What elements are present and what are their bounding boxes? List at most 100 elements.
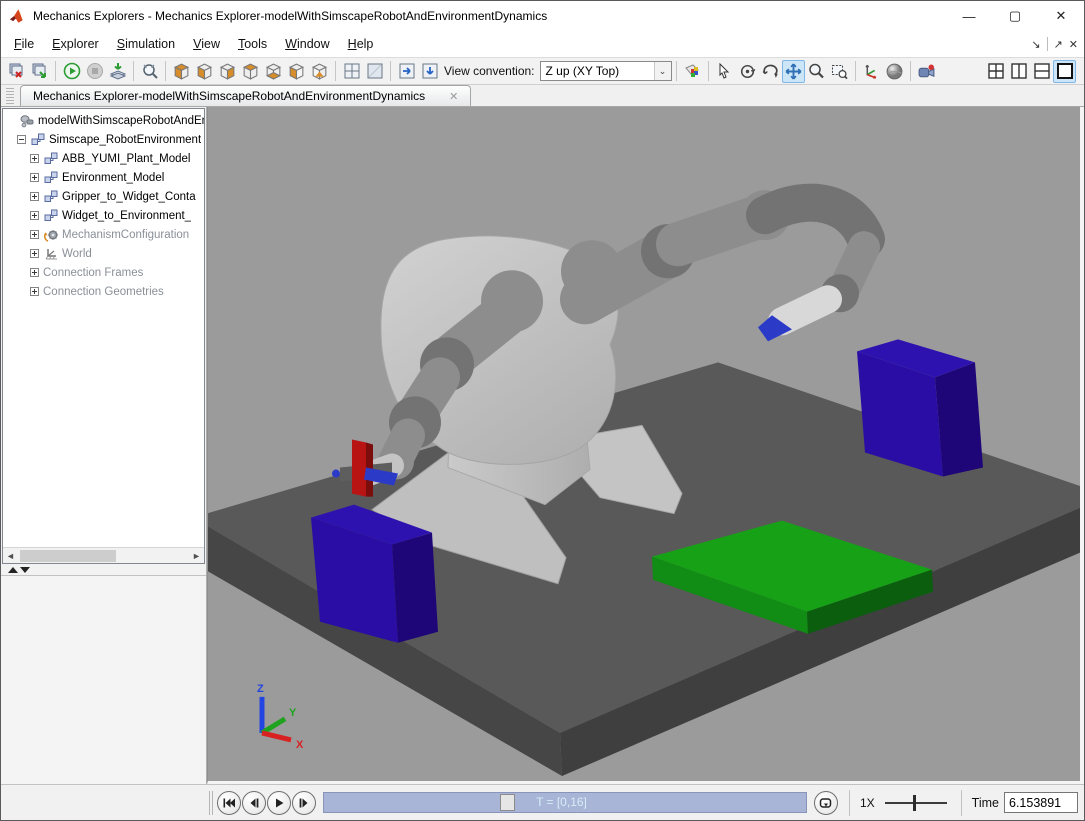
close-button[interactable]: ✕ [1038, 1, 1084, 31]
panel-splitter[interactable] [1, 565, 206, 576]
robot-right-gripper[interactable] [782, 299, 828, 321]
expand-icon[interactable] [30, 268, 39, 277]
loop-button[interactable] [814, 791, 838, 815]
expand-icon[interactable] [30, 173, 39, 182]
tree-item-environment-model[interactable]: Environment_Model [3, 168, 204, 187]
separator [335, 61, 336, 81]
view-cube-left-icon[interactable] [285, 60, 308, 83]
tab-mechanics-explorer[interactable]: Mechanics Explorer-modelWithSimscapeRobo… [20, 85, 471, 106]
splitter-down-icon[interactable] [20, 567, 30, 573]
capture-icon[interactable] [106, 60, 129, 83]
view-cube-top-icon[interactable] [239, 60, 262, 83]
menu-help[interactable]: Help [339, 33, 383, 55]
time-slider-thumb[interactable] [500, 794, 515, 811]
expand-icon[interactable] [30, 230, 39, 239]
zoom-icon[interactable] [805, 60, 828, 83]
select-cursor-icon[interactable] [713, 60, 736, 83]
scene-canvas[interactable]: Z Y X [208, 107, 1080, 781]
mechanics-explorer-window: Mechanics Explorers - Mechanics Explorer… [0, 0, 1085, 821]
save-config-icon[interactable] [5, 60, 28, 83]
collapse-icon[interactable] [17, 135, 26, 144]
view-convention-select[interactable]: Z up (XY Top) ⌄ [540, 61, 672, 81]
view-cube-isometric-icon[interactable] [170, 60, 193, 83]
time-input[interactable] [1004, 792, 1078, 813]
tree-item-gripper-to-widget[interactable]: Gripper_to_Widget_Conta [3, 187, 204, 206]
dock-icon[interactable]: ↘ [1031, 38, 1040, 51]
step-forward-button[interactable] [292, 791, 316, 815]
subsystem-icon [43, 190, 59, 204]
quad-view-icon[interactable] [340, 60, 363, 83]
orbit-icon[interactable] [736, 60, 759, 83]
play-button[interactable] [267, 791, 291, 815]
com-sphere-icon[interactable] [883, 60, 906, 83]
next-view-icon[interactable] [395, 60, 418, 83]
down-view-icon[interactable] [418, 60, 441, 83]
tree-item-simscape-robotenvironment[interactable]: Simscape_RobotEnvironment [3, 130, 204, 149]
video-icon[interactable] [915, 60, 938, 83]
time-slider[interactable]: T = [0,16] [323, 792, 807, 813]
menu-window[interactable]: Window [276, 33, 338, 55]
scrollbar-thumb[interactable] [20, 550, 116, 562]
tree-item-model[interactable]: modelWithSimscapeRobotAndEnvironmentDyna… [3, 111, 204, 130]
tree-item-label: Connection Geometries [43, 286, 164, 298]
separator [855, 61, 856, 81]
frame-axes-icon[interactable] [860, 60, 883, 83]
speed-slider-thumb[interactable] [913, 795, 916, 811]
palette-icon[interactable] [681, 60, 704, 83]
stop-icon[interactable] [83, 60, 106, 83]
expand-icon[interactable] [30, 211, 39, 220]
tree-item-connection-geometries[interactable]: Connection Geometries [3, 282, 204, 301]
splitter-up-icon[interactable] [8, 567, 18, 573]
maximize-button[interactable]: ▢ [992, 1, 1038, 31]
rewind-button[interactable] [217, 791, 241, 815]
tree-item-label: Connection Frames [43, 267, 143, 279]
tree-horizontal-scrollbar[interactable]: ◄ ► [3, 547, 204, 563]
separator [55, 61, 56, 81]
speed-slider[interactable] [885, 794, 947, 812]
layout-vsplit-icon[interactable] [1007, 60, 1030, 83]
tree-item-connection-frames[interactable]: Connection Frames [3, 263, 204, 282]
subsystem-icon [43, 209, 59, 223]
tab-grip[interactable] [6, 88, 14, 104]
play-icon[interactable] [60, 60, 83, 83]
menu-tools[interactable]: Tools [229, 33, 276, 55]
tree-item-widget-to-environment[interactable]: Widget_to_Environment_ [3, 206, 204, 225]
expand-icon[interactable] [30, 154, 39, 163]
restore-config-icon[interactable] [28, 60, 51, 83]
layout-hsplit-icon[interactable] [1030, 60, 1053, 83]
undock-icon[interactable]: ↗ [1054, 38, 1063, 51]
tree-item-mechanism-configuration[interactable]: MechanismConfiguration [3, 225, 204, 244]
layout-single-icon[interactable] [1053, 60, 1076, 83]
view-cube-perspective-icon[interactable] [308, 60, 331, 83]
view-cube-front-icon[interactable] [193, 60, 216, 83]
view-cube-bottom-icon[interactable] [262, 60, 285, 83]
expand-icon[interactable] [30, 192, 39, 201]
minimize-button[interactable]: — [946, 1, 992, 31]
separator [910, 61, 911, 81]
expand-icon[interactable] [30, 249, 39, 258]
tree-item-abb-yumi-plant-model[interactable]: ABB_YUMI_Plant_Model [3, 149, 204, 168]
tree-item-world[interactable]: World [3, 244, 204, 263]
playbar-grip[interactable] [209, 791, 213, 815]
expand-icon[interactable] [30, 287, 39, 296]
layout-quad-icon[interactable] [984, 60, 1007, 83]
zoom-fit-icon[interactable] [138, 60, 161, 83]
step-back-button[interactable] [242, 791, 266, 815]
view-cube-back-icon[interactable] [216, 60, 239, 83]
view-convention-label: View convention: [444, 64, 535, 78]
roll-icon[interactable] [759, 60, 782, 83]
menu-simulation[interactable]: Simulation [108, 33, 184, 55]
pan-icon[interactable] [782, 60, 805, 83]
menu-view[interactable]: View [184, 33, 229, 55]
scroll-left-icon[interactable]: ◄ [3, 548, 18, 563]
tree-item-label: MechanismConfiguration [62, 229, 189, 241]
single-view-icon[interactable] [363, 60, 386, 83]
menu-file[interactable]: File [5, 33, 43, 55]
close-panel-icon[interactable]: ✕ [1069, 38, 1078, 51]
separator [165, 61, 166, 81]
scroll-right-icon[interactable]: ► [189, 548, 204, 563]
zoom-region-icon[interactable] [828, 60, 851, 83]
menu-explorer[interactable]: Explorer [43, 33, 108, 55]
3d-viewport[interactable]: Z Y X [207, 107, 1084, 784]
tab-close-icon[interactable]: ✕ [449, 90, 458, 103]
